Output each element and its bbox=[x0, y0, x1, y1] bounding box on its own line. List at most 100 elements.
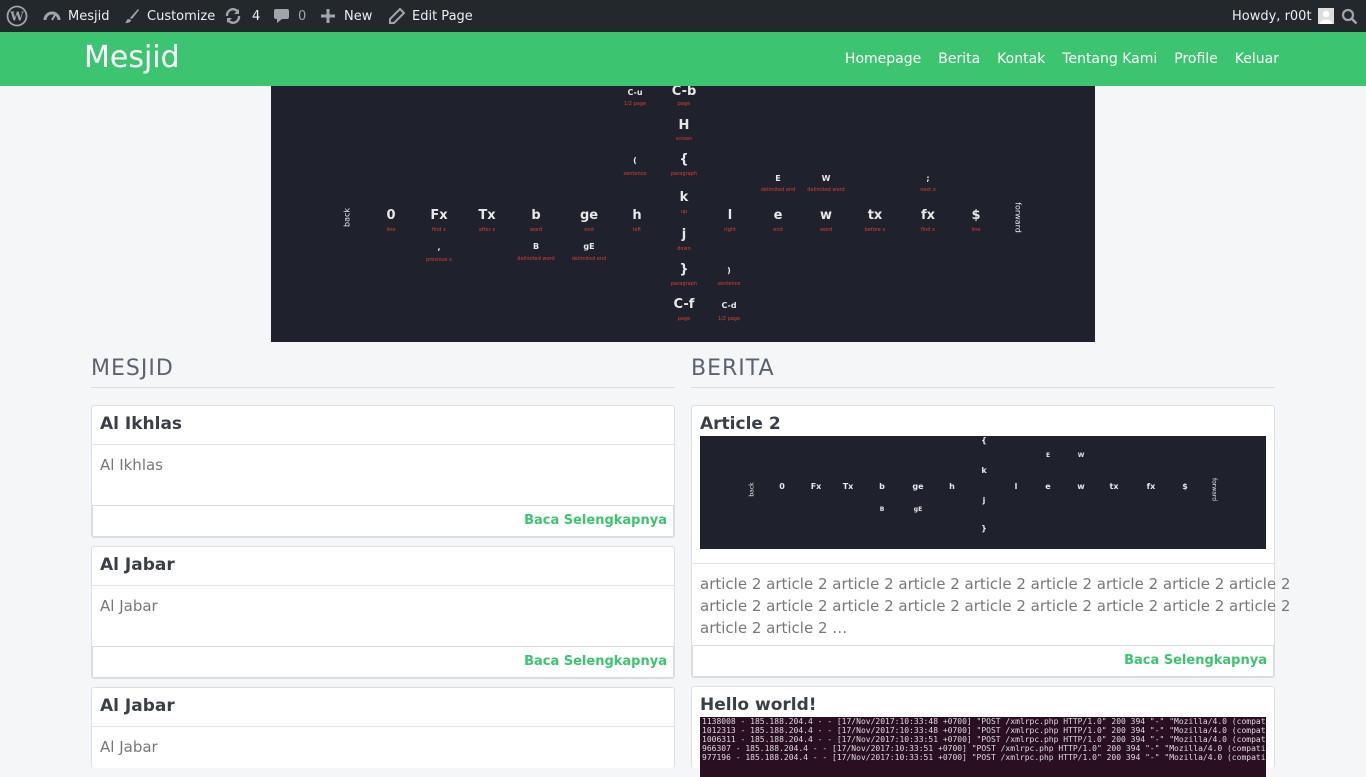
section-divider bbox=[91, 387, 675, 388]
customize-link[interactable]: Customize bbox=[124, 0, 215, 32]
hero-key: k bbox=[679, 190, 689, 205]
card-body: article 2 article 2 article 2 article 2 … bbox=[700, 573, 1290, 639]
hero-key: } bbox=[679, 262, 689, 277]
edit-page-label: Edit Page bbox=[412, 8, 473, 24]
admin-bar: W Mesjid Customize 4 0 New Edit Page How… bbox=[0, 0, 1366, 32]
howdy-label: Howdy, r00t bbox=[1232, 8, 1312, 24]
section-divider bbox=[691, 387, 1275, 388]
hero-key: $ bbox=[971, 208, 981, 223]
mesjid-card: Al Jabar Al Jabar Baca Selengkapnya bbox=[91, 546, 675, 679]
card-divider bbox=[92, 726, 674, 727]
hero-key: gE bbox=[583, 242, 595, 251]
card-title[interactable]: Hello world! bbox=[700, 695, 817, 715]
card-footer: Baca Selengkapnya bbox=[92, 505, 674, 537]
site-name-label: Mesjid bbox=[68, 8, 110, 24]
hero-key: back bbox=[342, 207, 352, 228]
hero-key-desc: left bbox=[632, 227, 642, 233]
hero-key: b bbox=[531, 208, 541, 223]
card-body: Al Jabar bbox=[100, 597, 158, 615]
hero-key: C-u bbox=[627, 88, 643, 97]
hero-key: C-f bbox=[673, 297, 695, 312]
pencil-icon bbox=[389, 8, 405, 24]
section-title-mesjid: MESJID bbox=[91, 356, 174, 381]
hero-key-desc: page bbox=[677, 316, 691, 322]
card-divider bbox=[92, 444, 674, 445]
read-more-link[interactable]: Baca Selengkapnya bbox=[524, 654, 667, 669]
card-title[interactable]: Al Ikhlas bbox=[100, 414, 182, 434]
hero-key-desc: find x bbox=[431, 227, 447, 233]
nav-kontak[interactable]: Kontak bbox=[997, 51, 1045, 67]
comments-count: 0 bbox=[298, 8, 307, 24]
comments-link[interactable]: 0 bbox=[273, 0, 306, 32]
nav-berita[interactable]: Berita bbox=[938, 51, 980, 67]
hero-key-desc: after x bbox=[478, 227, 496, 233]
hero-key-desc: delimited word bbox=[517, 256, 555, 262]
comment-icon bbox=[274, 9, 289, 23]
hero-key-desc: word bbox=[529, 227, 543, 233]
card-footer: Baca Selengkapnya bbox=[92, 646, 674, 678]
hero-key: , bbox=[437, 243, 441, 252]
hero-key: H bbox=[678, 118, 690, 133]
hero-key: j bbox=[681, 227, 687, 242]
hero-key: 0 bbox=[386, 208, 396, 223]
log-line: 1138008 - 185.188.204.4 - - [17/Nov/2017… bbox=[702, 717, 1266, 726]
edit-page-link[interactable]: Edit Page bbox=[389, 0, 473, 32]
card-body: Al Jabar bbox=[100, 738, 158, 756]
card-body: Al Ikhlas bbox=[100, 456, 163, 474]
updates-count: 4 bbox=[252, 8, 261, 24]
card-title[interactable]: Article 2 bbox=[700, 414, 781, 434]
hero-key-desc: next x bbox=[920, 187, 936, 193]
hero-key: Tx bbox=[478, 208, 496, 223]
svg-text:W: W bbox=[9, 10, 24, 24]
hero-key-desc: before x bbox=[864, 227, 886, 233]
new-content-menu[interactable]: New bbox=[321, 0, 372, 32]
log-line: 1012313 - 185.188.204.4 - - [17/Nov/2017… bbox=[702, 726, 1266, 735]
search-icon[interactable] bbox=[1341, 0, 1358, 32]
hero-key: E bbox=[775, 174, 781, 183]
log-line: 977196 - 185.188.204.4 - - [17/Nov/2017:… bbox=[702, 753, 1266, 762]
hero-key-desc: paragraph bbox=[671, 281, 697, 287]
hero-key: C-b bbox=[671, 86, 697, 99]
hero-key-desc: up bbox=[680, 209, 688, 215]
nav-homepage[interactable]: Homepage bbox=[845, 51, 921, 67]
card-body-line: article 2 article 2 article 2 article 2 … bbox=[700, 597, 1291, 615]
article-thumbnail[interactable]: back 0 Fx Tx b ge h { k j } l e w tx fx … bbox=[700, 436, 1266, 549]
hero-key: fx bbox=[920, 208, 936, 223]
hero-key: w bbox=[819, 208, 833, 223]
site-navbar: Mesjid Homepage Berita Kontak Tentang Ka… bbox=[0, 32, 1366, 86]
hero-key-desc: delimited end bbox=[760, 187, 796, 193]
updates-icon bbox=[225, 8, 241, 24]
read-more-link[interactable]: Baca Selengkapnya bbox=[524, 513, 667, 528]
article-thumbnail[interactable]: 1138008 - 185.188.204.4 - - [17/Nov/2017… bbox=[700, 717, 1266, 777]
site-name-menu[interactable]: Mesjid bbox=[43, 0, 109, 32]
log-line: 966307 - 185.188.204.4 - - [17/Nov/2017:… bbox=[702, 744, 1266, 753]
hero-key: C-d bbox=[721, 301, 737, 310]
avatar bbox=[1317, 8, 1334, 24]
hero-key: ( bbox=[633, 156, 637, 165]
log-line: 1006311 - 185.188.204.4 - - [17/Nov/2017… bbox=[702, 735, 1266, 744]
hero-key-desc: down bbox=[677, 246, 691, 252]
hero-key-desc: right bbox=[724, 227, 736, 233]
hero-key: Fx bbox=[430, 208, 448, 223]
mesjid-card: Al Ikhlas Al Ikhlas Baca Selengkapnya bbox=[91, 405, 675, 538]
hero-key: ; bbox=[926, 174, 930, 183]
nav-keluar[interactable]: Keluar bbox=[1235, 51, 1279, 67]
hero-key-desc: end bbox=[773, 227, 783, 233]
my-account-menu[interactable]: Howdy, r00t bbox=[1232, 0, 1334, 32]
card-title[interactable]: Al Jabar bbox=[100, 555, 175, 575]
wordpress-logo-icon[interactable]: W bbox=[6, 0, 28, 32]
card-title[interactable]: Al Jabar bbox=[100, 696, 175, 716]
updates-link[interactable]: 4 bbox=[224, 0, 260, 32]
hero-key-desc: paragraph bbox=[671, 171, 697, 177]
berita-card: Article 2 back 0 Fx Tx b ge h { k j } l … bbox=[691, 405, 1290, 678]
hero-key: tx bbox=[867, 208, 883, 223]
card-divider bbox=[692, 563, 1274, 564]
hero-key-desc: word bbox=[819, 227, 833, 233]
nav-tentang-kami[interactable]: Tentang Kami bbox=[1062, 51, 1157, 67]
new-label: New bbox=[344, 8, 373, 24]
site-brand[interactable]: Mesjid bbox=[84, 40, 180, 75]
read-more-link[interactable]: Baca Selengkapnya bbox=[1124, 653, 1267, 668]
card-body-line: article 2 article 2 … bbox=[700, 619, 848, 637]
nav-profile[interactable]: Profile bbox=[1174, 51, 1218, 67]
hero-key: forward bbox=[1013, 202, 1023, 233]
